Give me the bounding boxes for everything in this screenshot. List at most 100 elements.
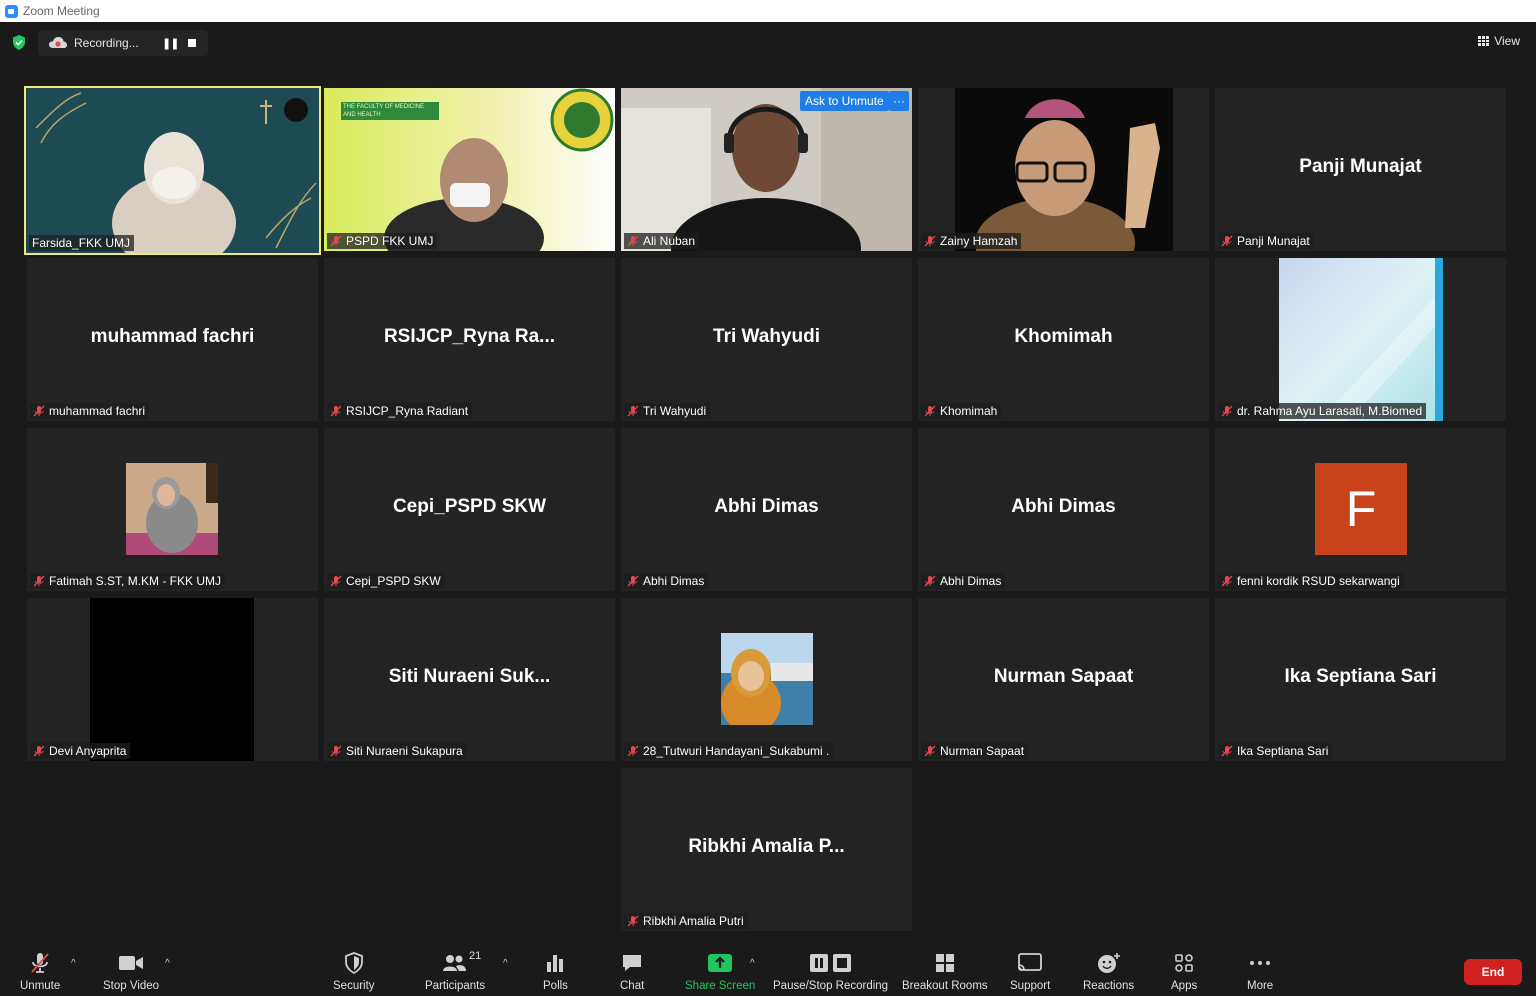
participant-video [955, 88, 1173, 251]
participant-name-label: Ika Septiana Sari [1218, 743, 1333, 759]
mic-muted-icon [924, 405, 936, 417]
participant-name: Devi Anyaprita [49, 744, 127, 758]
video-tile[interactable]: Devi Anyaprita [27, 598, 318, 761]
mic-muted-icon [330, 405, 342, 417]
reactions-button[interactable]: Reactions [1083, 950, 1134, 992]
participant-display-name: Khomimah [1014, 326, 1113, 347]
polls-bar-chart-icon [547, 955, 564, 972]
chat-label: Chat [620, 980, 645, 992]
participant-display-name: muhammad fachri [90, 326, 255, 347]
share-screen-button[interactable]: Share Screen [685, 950, 755, 992]
video-tile[interactable]: Abhi Dimas Abhi Dimas [918, 428, 1209, 591]
video-tile[interactable]: Khomimah Khomimah [918, 258, 1209, 421]
support-label: Support [1010, 980, 1051, 992]
mic-muted-icon [627, 915, 639, 927]
video-tile[interactable]: Farsida_FKK UMJ [24, 86, 321, 255]
share-options-caret-icon[interactable]: ^ [750, 958, 755, 969]
window-title: Zoom Meeting [23, 4, 100, 18]
participant-name: Zainy Hamzah [940, 234, 1018, 248]
chat-button[interactable]: Chat [620, 950, 644, 992]
participant-display-name: Nurman Sapaat [993, 666, 1134, 687]
apps-label: Apps [1171, 980, 1198, 992]
participant-name-label: Siti Nuraeni Sukapura [327, 743, 467, 759]
stop-video-button[interactable]: Stop Video [103, 950, 159, 992]
video-tile[interactable]: F fenni kordik RSUD sekarwangi [1215, 428, 1506, 591]
view-button[interactable]: View [1478, 34, 1520, 48]
meeting-topbar: Recording... ❚❚ View [0, 22, 1536, 62]
participant-display-name: Cepi_PSPD SKW [392, 496, 547, 517]
pause-recording-button[interactable]: ❚❚ [162, 37, 179, 50]
video-tile[interactable]: dr. Rahma Ayu Larasati, M.Biomed [1215, 258, 1506, 421]
share-screen-label: Share Screen [685, 980, 756, 992]
stop-recording-button[interactable] [188, 39, 196, 47]
stop-video-label: Stop Video [103, 980, 160, 992]
polls-button[interactable]: Polls [543, 950, 568, 992]
support-cast-icon [1018, 953, 1043, 971]
pause-stop-recording-button[interactable]: Pause/Stop Recording [773, 950, 888, 992]
polls-label: Polls [543, 980, 568, 992]
video-tile[interactable]: Ribkhi Amalia P... Ribkhi Amalia Putri [621, 768, 912, 931]
mic-muted-icon [1221, 235, 1233, 247]
mic-muted-icon [1221, 575, 1233, 587]
video-tile[interactable]: muhammad fachri muhammad fachri [27, 258, 318, 421]
participant-name: Nurman Sapaat [940, 744, 1025, 758]
unmute-button[interactable]: Unmute [20, 950, 60, 992]
participant-video [1279, 258, 1443, 421]
participant-name-label: Abhi Dimas [624, 573, 709, 589]
breakout-rooms-button[interactable]: Breakout Rooms [902, 950, 988, 992]
share-screen-icon [708, 954, 733, 972]
video-tile[interactable]: Fatimah S.ST, M.KM - FKK UMJ [27, 428, 318, 591]
mic-muted-icon [1221, 745, 1233, 757]
video-tile[interactable]: Ika Septiana Sari Ika Septiana Sari [1215, 598, 1506, 761]
view-label: View [1494, 34, 1520, 48]
video-tile[interactable]: Panji Munajat Panji Munajat [1215, 88, 1506, 251]
participants-button[interactable]: 21 Participants [425, 950, 485, 992]
mic-muted-icon [330, 575, 342, 587]
participant-name: PSPD FKK UMJ [346, 234, 434, 248]
participant-video [621, 88, 912, 251]
audio-options-caret-icon[interactable]: ^ [71, 958, 76, 969]
reactions-smiley-icon [1097, 953, 1120, 973]
more-button[interactable]: More [1247, 950, 1273, 992]
ask-to-unmute-button[interactable]: Ask to Unmute [800, 91, 889, 111]
breakout-rooms-label: Breakout Rooms [902, 980, 988, 992]
participant-name-label: Ali Nuban [624, 233, 700, 249]
video-tile[interactable]: 28_Tutwuri Handayani_Sukabumi . [621, 598, 912, 761]
video-tile[interactable]: Ali Nuban [621, 88, 912, 251]
participant-display-name: Abhi Dimas [714, 496, 819, 517]
video-tile[interactable]: Zainy Hamzah [918, 88, 1209, 251]
video-options-caret-icon[interactable]: ^ [165, 958, 170, 969]
pause-stop-recording-icon [809, 954, 851, 972]
grid-view-icon [1478, 36, 1490, 46]
mic-muted-icon [627, 405, 639, 417]
participant-name: Abhi Dimas [643, 574, 705, 588]
participant-display-name: Panji Munajat [1299, 156, 1422, 177]
security-label: Security [333, 980, 375, 992]
video-tile[interactable]: THE FACULTY OF MEDICINE AND HEALTH PSPD … [324, 88, 615, 251]
participant-name-label: Tri Wahyudi [624, 403, 711, 419]
video-tile[interactable]: Tri Wahyudi Tri Wahyudi [621, 258, 912, 421]
mic-muted-icon [627, 235, 639, 247]
more-dots-icon [1250, 961, 1271, 965]
video-tile[interactable]: Nurman Sapaat Nurman Sapaat [918, 598, 1209, 761]
tile-more-options-button[interactable]: ··· [889, 91, 909, 111]
zoom-logo-icon [5, 4, 18, 18]
participant-display-name: Ika Septiana Sari [1284, 666, 1437, 687]
participant-name: Abhi Dimas [940, 574, 1002, 588]
participants-options-caret-icon[interactable]: ^ [503, 958, 508, 969]
end-meeting-button[interactable]: End [1464, 959, 1522, 985]
mic-muted-icon [33, 745, 45, 757]
video-tile[interactable]: Abhi Dimas Abhi Dimas [621, 428, 912, 591]
mic-muted-icon [330, 745, 342, 757]
video-camera-icon [119, 956, 144, 970]
support-button[interactable]: Support [1010, 950, 1050, 992]
security-button[interactable]: Security [333, 950, 375, 992]
video-tile[interactable]: Cepi_PSPD SKW Cepi_PSPD SKW [324, 428, 615, 591]
apps-button[interactable]: Apps [1171, 950, 1197, 992]
participant-name-label: Nurman Sapaat [921, 743, 1029, 759]
encryption-shield-icon[interactable] [12, 35, 26, 50]
video-tile[interactable]: RSIJCP_Ryna Ra... RSIJCP_Ryna Radiant [324, 258, 615, 421]
video-tile[interactable]: Siti Nuraeni Suk... Siti Nuraeni Sukapur… [324, 598, 615, 761]
participant-name-label: muhammad fachri [30, 403, 150, 419]
participant-name-label: fenni kordik RSUD sekarwangi [1218, 573, 1404, 589]
